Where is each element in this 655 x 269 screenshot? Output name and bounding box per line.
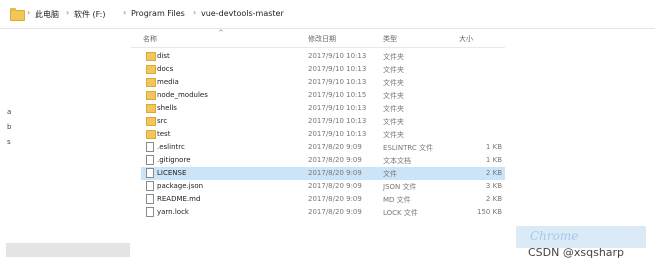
breadcrumb-program-files[interactable]: Program Files: [131, 9, 185, 18]
file-type: MD 文件: [383, 196, 411, 204]
column-header-size[interactable]: 大小: [459, 34, 473, 48]
file-date: 2017/8/20 9:09: [308, 143, 362, 151]
file-icon: [146, 207, 154, 217]
file-row[interactable]: node_modules 2017/9/10 10:15 文件夹: [141, 89, 505, 102]
navigation-pane[interactable]: a b s: [0, 29, 131, 269]
sort-up-icon: ^: [218, 29, 224, 37]
chevron-right-icon: ›: [193, 8, 197, 17]
file-type: 文件: [383, 170, 397, 178]
folder-icon: [146, 78, 156, 87]
file-type: JSON 文件: [383, 183, 417, 191]
file-name: .eslintrc: [157, 143, 185, 151]
file-date: 2017/9/10 10:13: [308, 78, 367, 86]
folder-icon: [146, 52, 156, 61]
file-name: node_modules: [157, 91, 208, 99]
file-name: README.md: [157, 195, 201, 203]
file-date: 2017/9/10 10:13: [308, 130, 367, 138]
file-row[interactable]: src 2017/9/10 10:13 文件夹: [141, 115, 505, 128]
chevron-right-icon: ›: [123, 8, 127, 17]
file-row[interactable]: .eslintrc 2017/8/20 9:09 ESLINTRC 文件 1 KB: [141, 141, 505, 154]
file-name: dist: [157, 52, 170, 60]
file-name: LICENSE: [157, 169, 187, 177]
file-row[interactable]: .gitignore 2017/8/20 9:09 文本文档 1 KB: [141, 154, 505, 167]
file-name: test: [157, 130, 171, 138]
file-size: 1 KB: [485, 143, 502, 151]
file-size: 150 KB: [477, 208, 502, 216]
breadcrumb-current-folder[interactable]: vue-devtools-master: [201, 9, 284, 18]
watermark-credit: CSDN @xsqsharp: [528, 246, 625, 259]
file-type: 文件夹: [383, 53, 404, 61]
file-type: 文件夹: [383, 66, 404, 74]
column-header-name[interactable]: 名称: [143, 34, 157, 48]
folder-icon: [146, 130, 156, 139]
file-type: LOCK 文件: [383, 209, 418, 217]
breadcrumb-this-pc[interactable]: 此电脑: [35, 9, 59, 20]
file-date: 2017/8/20 9:09: [308, 156, 362, 164]
column-header-date[interactable]: 修改日期: [308, 34, 336, 48]
chevron-right-icon: ›: [27, 8, 31, 17]
watermark-logo: Chrome: [516, 226, 646, 248]
column-header-type[interactable]: 类型: [383, 34, 397, 48]
file-name: .gitignore: [157, 156, 191, 164]
file-icon: [146, 142, 154, 152]
file-date: 2017/8/20 9:09: [308, 169, 362, 177]
file-size: 3 KB: [485, 182, 502, 190]
file-date: 2017/9/10 10:13: [308, 117, 367, 125]
file-name: media: [157, 78, 179, 86]
file-icon: [146, 168, 154, 178]
file-type: 文件夹: [383, 105, 404, 113]
folder-icon: [146, 91, 156, 100]
file-date: 2017/8/20 9:09: [308, 182, 362, 190]
file-date: 2017/9/10 10:13: [308, 104, 367, 112]
file-type: 文件夹: [383, 131, 404, 139]
file-name: docs: [157, 65, 174, 73]
file-size: 2 KB: [485, 169, 502, 177]
address-bar[interactable]: › 此电脑 › 软件 (F:) › Program Files › vue-de…: [0, 0, 655, 29]
folder-icon: [146, 65, 156, 74]
file-type: 文件夹: [383, 79, 404, 87]
file-row[interactable]: test 2017/9/10 10:13 文件夹: [141, 128, 505, 141]
file-type: 文件夹: [383, 92, 404, 100]
file-row[interactable]: yarn.lock 2017/8/20 9:09 LOCK 文件 150 KB: [141, 206, 505, 219]
file-type: 文件夹: [383, 118, 404, 126]
file-date: 2017/9/10 10:15: [308, 91, 367, 99]
file-row[interactable]: dist 2017/9/10 10:13 文件夹: [141, 50, 505, 63]
file-date: 2017/9/10 10:13: [308, 65, 367, 73]
file-row[interactable]: LICENSE 2017/8/20 9:09 文件 2 KB: [141, 167, 505, 180]
file-size: 2 KB: [485, 195, 502, 203]
file-name: yarn.lock: [157, 208, 189, 216]
nav-item[interactable]: b: [7, 123, 11, 131]
nav-item[interactable]: a: [7, 108, 11, 116]
file-icon: [146, 181, 154, 191]
file-row[interactable]: docs 2017/9/10 10:13 文件夹: [141, 63, 505, 76]
file-row[interactable]: shells 2017/9/10 10:13 文件夹: [141, 102, 505, 115]
file-row[interactable]: media 2017/9/10 10:13 文件夹: [141, 76, 505, 89]
file-name: src: [157, 117, 168, 125]
file-type: ESLINTRC 文件: [383, 144, 433, 152]
folder-icon: [146, 104, 156, 113]
file-icon: [146, 155, 154, 165]
file-name: package.json: [157, 182, 204, 190]
file-row[interactable]: README.md 2017/8/20 9:09 MD 文件 2 KB: [141, 193, 505, 206]
breadcrumb-drive[interactable]: 软件 (F:): [74, 9, 105, 20]
header-divider: [131, 47, 505, 48]
file-date: 2017/8/20 9:09: [308, 208, 362, 216]
file-date: 2017/9/10 10:13: [308, 52, 367, 60]
file-icon: [146, 194, 154, 204]
folder-icon: [10, 8, 25, 21]
file-type: 文本文档: [383, 157, 411, 165]
horizontal-scrollbar[interactable]: [6, 243, 130, 257]
file-row[interactable]: package.json 2017/8/20 9:09 JSON 文件 3 KB: [141, 180, 505, 193]
file-date: 2017/8/20 9:09: [308, 195, 362, 203]
chevron-right-icon: ›: [66, 8, 70, 17]
file-size: 1 KB: [485, 156, 502, 164]
nav-item[interactable]: s: [7, 138, 11, 146]
file-name: shells: [157, 104, 177, 112]
folder-icon: [146, 117, 156, 126]
